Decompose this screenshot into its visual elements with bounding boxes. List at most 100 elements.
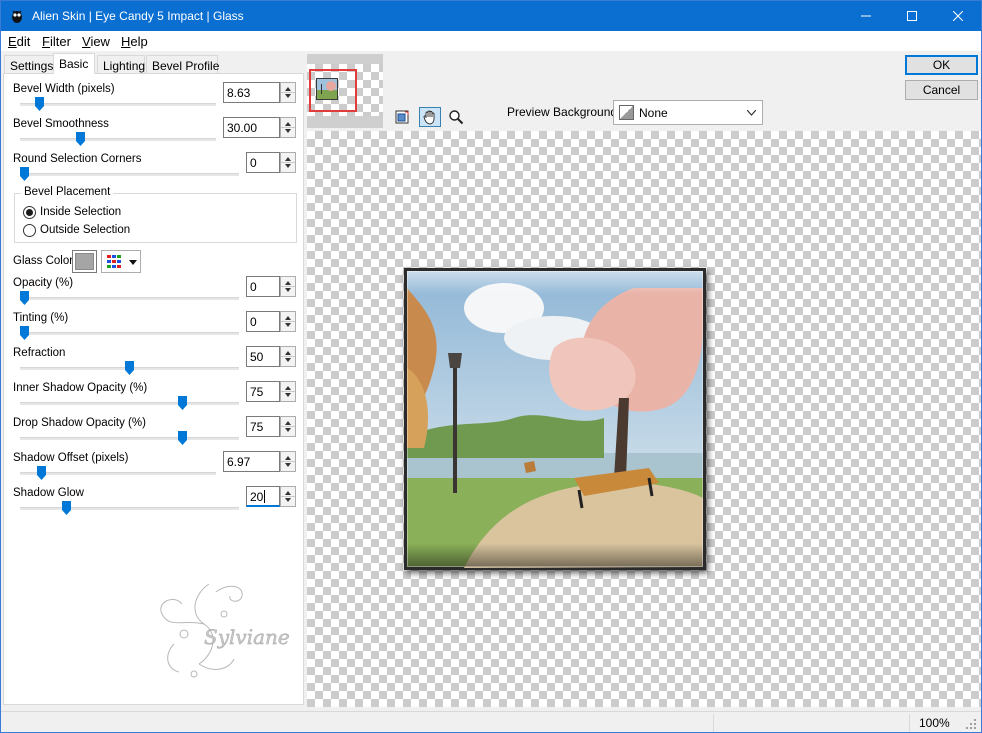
drop-shadow-opacity-slider-thumb[interactable]: [177, 431, 187, 445]
close-window-button[interactable]: [935, 1, 981, 31]
close-icon: [953, 11, 963, 21]
outside-selection-label[interactable]: Outside Selection: [40, 224, 130, 236]
round-corners-slider-track[interactable]: [20, 173, 239, 176]
tab-bevel-profile[interactable]: Bevel Profile: [146, 55, 219, 74]
shadow-offset-spinner[interactable]: [280, 451, 296, 472]
title-bar: Alien Skin | Eye Candy 5 Impact | Glass: [1, 1, 981, 31]
inner-shadow-opacity-input[interactable]: 75: [246, 381, 296, 402]
status-bar: 100%: [1, 711, 981, 732]
tinting-spinner[interactable]: [280, 311, 296, 332]
zoom-tool-button[interactable]: [445, 107, 467, 127]
navigator-image-icon: [316, 78, 338, 100]
inner-shadow-opacity-spinner[interactable]: [280, 381, 296, 402]
tab-basic[interactable]: Basic: [53, 53, 95, 74]
park-scene-image: [407, 271, 703, 568]
background-swatch-icon: [619, 105, 634, 120]
minimize-button[interactable]: [843, 1, 889, 31]
app-window: Alien Skin | Eye Candy 5 Impact | Glass …: [0, 0, 982, 733]
bevel-smoothness-input[interactable]: 30.00: [223, 117, 296, 138]
app-icon: [12, 10, 22, 23]
menu-filter[interactable]: Filter: [42, 34, 71, 49]
bevel-smoothness-slider-track[interactable]: [20, 138, 216, 141]
inside-selection-radio[interactable]: [23, 206, 36, 219]
bevel-placement-group: Bevel Placement Inside Selection Outside…: [14, 186, 297, 243]
shadow-glow-slider-track[interactable]: [20, 507, 239, 510]
cancel-button[interactable]: Cancel: [905, 80, 978, 100]
inner-shadow-opacity-label: Inner Shadow Opacity (%): [13, 382, 148, 394]
tinting-slider-track[interactable]: [20, 332, 239, 335]
hand-icon: [423, 110, 435, 125]
refraction-spinner[interactable]: [280, 346, 296, 367]
inner-shadow-opacity-slider-track[interactable]: [20, 402, 239, 405]
opacity-spinner[interactable]: [280, 276, 296, 297]
glass-color-label: Glass Color: [13, 255, 74, 267]
shadow-offset-slider-thumb[interactable]: [36, 466, 46, 480]
outside-selection-radio[interactable]: [23, 224, 36, 237]
bevel-width-label: Bevel Width (pixels): [13, 83, 115, 95]
tinting-slider-thumb[interactable]: [20, 326, 29, 340]
drop-shadow-opacity-label: Drop Shadow Opacity (%): [13, 417, 146, 429]
round-corners-slider-thumb[interactable]: [20, 167, 29, 181]
tab-settings[interactable]: Settings: [4, 55, 54, 74]
chevron-down-icon: [747, 110, 756, 116]
navigator-tool-button[interactable]: [391, 107, 413, 127]
maximize-icon: [907, 11, 917, 21]
bevel-smoothness-spinner[interactable]: [280, 117, 296, 138]
round-corners-spinner[interactable]: [280, 152, 296, 173]
inside-selection-label[interactable]: Inside Selection: [40, 206, 121, 218]
glass-color-swatch[interactable]: [72, 250, 97, 273]
color-picker-dropdown[interactable]: [101, 250, 141, 273]
inner-shadow-opacity-slider-thumb[interactable]: [177, 396, 187, 410]
round-corners-label: Round Selection Corners: [13, 153, 142, 165]
hand-tool-button[interactable]: [419, 107, 441, 127]
round-corners-input[interactable]: 0: [246, 152, 296, 173]
menu-view[interactable]: View: [82, 34, 110, 49]
shadow-offset-input[interactable]: 6.97: [223, 451, 296, 472]
zoom-level: 100%: [919, 716, 950, 730]
bevel-smoothness-label: Bevel Smoothness: [13, 118, 109, 130]
dropdown-arrow-icon: [129, 260, 137, 265]
drop-shadow-opacity-spinner[interactable]: [280, 416, 296, 437]
bevel-smoothness-slider-thumb[interactable]: [76, 132, 86, 146]
refraction-input[interactable]: 50: [246, 346, 296, 367]
opacity-label: Opacity (%): [13, 277, 74, 289]
svg-text:Sylviane: Sylviane: [204, 625, 290, 649]
shadow-offset-label: Shadow Offset (pixels): [13, 452, 129, 464]
minimize-icon: [861, 15, 871, 17]
shadow-glow-label: Shadow Glow: [13, 487, 84, 499]
tab-lighting[interactable]: Lighting: [97, 55, 145, 74]
window-title: Alien Skin | Eye Candy 5 Impact | Glass: [32, 9, 244, 23]
refraction-slider-thumb[interactable]: [125, 361, 134, 375]
resize-grip-icon[interactable]: [965, 718, 977, 730]
opacity-input[interactable]: 0: [246, 276, 296, 297]
shadow-offset-slider-track[interactable]: [20, 472, 216, 475]
preview-background-select[interactable]: None: [613, 100, 763, 125]
shadow-glow-input[interactable]: 20: [246, 486, 296, 507]
shadow-glow-spinner[interactable]: [280, 486, 296, 507]
sylviane-watermark: Sylviane: [160, 583, 290, 678]
preview-background-label: Preview Background:: [507, 105, 621, 119]
bevel-width-slider-thumb[interactable]: [34, 97, 44, 111]
bevel-width-input[interactable]: 8.63: [223, 82, 296, 103]
color-grid-icon: [107, 255, 121, 268]
bevel-width-slider-track[interactable]: [20, 103, 216, 106]
menu-help[interactable]: Help: [121, 34, 148, 49]
tinting-label: Tinting (%): [13, 312, 69, 324]
preview-image: [404, 268, 706, 570]
shadow-glow-slider-thumb[interactable]: [62, 501, 71, 515]
bevel-width-spinner[interactable]: [280, 82, 296, 103]
opacity-slider-thumb[interactable]: [20, 291, 29, 305]
text-caret: [264, 490, 265, 503]
zoom-icon: [449, 110, 464, 125]
navigator-thumbnail[interactable]: [307, 54, 383, 128]
ok-button[interactable]: OK: [905, 55, 978, 75]
menu-bar: Edit Filter View Help: [1, 31, 981, 51]
bevel-placement-legend: Bevel Placement: [21, 186, 114, 198]
basic-settings-panel: Bevel Width (pixels) 8.63 Bevel Smoothne…: [3, 73, 304, 705]
menu-edit[interactable]: Edit: [8, 34, 30, 49]
maximize-button[interactable]: [889, 1, 935, 31]
drop-shadow-opacity-input[interactable]: 75: [246, 416, 296, 437]
opacity-slider-track[interactable]: [20, 297, 239, 300]
drop-shadow-opacity-slider-track[interactable]: [20, 437, 239, 440]
tinting-input[interactable]: 0: [246, 311, 296, 332]
